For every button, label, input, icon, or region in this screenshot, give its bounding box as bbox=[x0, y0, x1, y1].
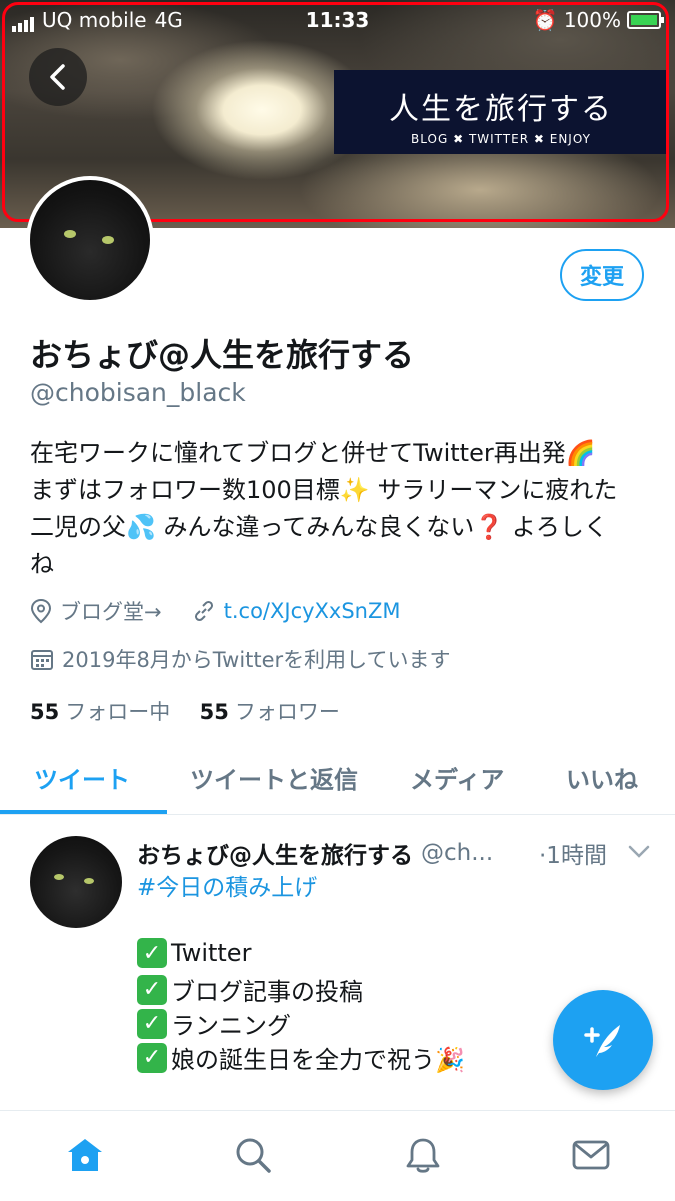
cat-eye-left bbox=[54, 874, 64, 880]
check-mark-icon: ✓ bbox=[137, 974, 167, 1005]
profile-avatar[interactable] bbox=[26, 176, 154, 304]
link-icon bbox=[194, 600, 213, 622]
handle: @chobisan_black bbox=[30, 378, 246, 407]
check-mark-icon: ✓ bbox=[137, 1008, 167, 1039]
chevron-left-icon bbox=[50, 64, 65, 90]
bell-icon bbox=[406, 1138, 440, 1173]
follow-counts: 55 フォロー中 55 フォロワー bbox=[30, 696, 340, 726]
cat-eye-right bbox=[84, 878, 94, 884]
banner-title: 人生を旅行する bbox=[389, 92, 613, 127]
nav-notifications[interactable] bbox=[401, 1133, 445, 1177]
tweet-header: おちょび@人生を旅行する @ch... ·1時間 bbox=[137, 836, 652, 870]
check-mark-icon: ✓ bbox=[137, 1042, 167, 1073]
nav-messages[interactable] bbox=[569, 1133, 613, 1177]
cat-eye-left bbox=[64, 230, 76, 238]
nav-search[interactable] bbox=[231, 1133, 275, 1177]
following-label: フォロー中 bbox=[65, 700, 171, 724]
battery-icon bbox=[627, 11, 664, 29]
bio-line: まずはフォロワー数100目標✨ サラリーマンに疲れた bbox=[30, 476, 618, 504]
tab-likes[interactable]: いいね bbox=[566, 760, 638, 795]
display-name: おちょび@人生を旅行する bbox=[30, 336, 415, 374]
chevron-down-icon[interactable] bbox=[628, 840, 650, 864]
followers-stat[interactable]: 55 フォロワー bbox=[200, 700, 340, 724]
compose-tweet-button[interactable] bbox=[553, 990, 653, 1090]
cat-eye-right bbox=[102, 236, 114, 244]
bio-line: 二児の父💦 みんな違ってみんな良くない❓ よろしく bbox=[30, 513, 608, 541]
banner-subtitle: BLOG ✖ TWITTER ✖ ENJOY bbox=[411, 132, 591, 146]
following-stat[interactable]: 55 フォロー中 bbox=[30, 700, 170, 724]
checklist-text: ランニング bbox=[171, 1012, 291, 1040]
location-text: ブログ堂→ bbox=[60, 600, 162, 624]
home-icon bbox=[68, 1139, 102, 1171]
compose-feather-icon bbox=[584, 1025, 620, 1057]
tweet-author-name[interactable]: おちょび@人生を旅行する bbox=[137, 836, 413, 870]
checklist-item: ✓ ブログ記事の投稿 bbox=[137, 972, 363, 1007]
tweet-avatar[interactable] bbox=[30, 836, 122, 928]
calendar-icon bbox=[31, 650, 53, 670]
search-icon bbox=[236, 1138, 271, 1173]
status-bar: UQ mobile 4G 11:33 ⏰ 100% bbox=[0, 0, 675, 38]
checklist-text: ブログ記事の投稿 bbox=[171, 978, 363, 1006]
checklist-item: ✓ Twitter bbox=[137, 938, 251, 968]
tweet-author-handle: @ch... bbox=[421, 840, 494, 866]
tab-media[interactable]: メディア bbox=[410, 760, 504, 795]
checklist-item: ✓ ランニング bbox=[137, 1006, 291, 1041]
bottom-navigation bbox=[0, 1110, 675, 1201]
following-count: 55 bbox=[30, 700, 60, 724]
edit-profile-button[interactable]: 変更 bbox=[560, 249, 644, 301]
joined-text: 2019年8月からTwitterを利用しています bbox=[62, 648, 451, 672]
alarm-icon: ⏰ bbox=[532, 8, 558, 32]
checklist-item: ✓ 娘の誕生日を全力で祝う🎉 bbox=[137, 1040, 465, 1075]
banner-title-box: 人生を旅行する BLOG ✖ TWITTER ✖ ENJOY bbox=[334, 70, 668, 154]
joined-row: 2019年8月からTwitterを利用しています bbox=[30, 644, 451, 674]
tweet-time: ·1時間 bbox=[539, 843, 607, 869]
location-icon bbox=[30, 598, 52, 624]
tab-tweets-and-replies[interactable]: ツイートと返信 bbox=[190, 760, 358, 795]
checklist-text: 娘の誕生日を全力で祝う🎉 bbox=[171, 1046, 465, 1074]
nav-home[interactable] bbox=[63, 1133, 107, 1177]
bio-line: 在宅ワークに憧れてブログと併せてTwitter再出発🌈 bbox=[30, 439, 596, 467]
active-tab-indicator bbox=[0, 810, 167, 814]
status-right: ⏰ 100% bbox=[532, 8, 664, 32]
tab-tweets[interactable]: ツイート bbox=[34, 760, 130, 795]
back-button[interactable] bbox=[29, 48, 87, 106]
profile-meta-row: ブログ堂→ t.co/XJcyXxSnZM bbox=[30, 596, 401, 626]
bio: 在宅ワークに憧れてブログと併せてTwitter再出発🌈 まずはフォロワー数100… bbox=[30, 435, 645, 583]
bio-line: ね bbox=[30, 550, 54, 578]
check-mark-icon: ✓ bbox=[137, 938, 167, 968]
battery-percent: 100% bbox=[563, 8, 621, 32]
profile-tabs: ツイート ツイートと返信 メディア いいね bbox=[0, 748, 675, 815]
profile-url-link[interactable]: t.co/XJcyXxSnZM bbox=[224, 599, 401, 623]
checklist-text: Twitter bbox=[171, 939, 252, 967]
followers-label: フォロワー bbox=[234, 700, 340, 724]
tweet-hashtag[interactable]: #今日の積み上げ bbox=[137, 868, 317, 902]
mail-icon bbox=[572, 1140, 610, 1170]
followers-count: 55 bbox=[199, 700, 229, 724]
